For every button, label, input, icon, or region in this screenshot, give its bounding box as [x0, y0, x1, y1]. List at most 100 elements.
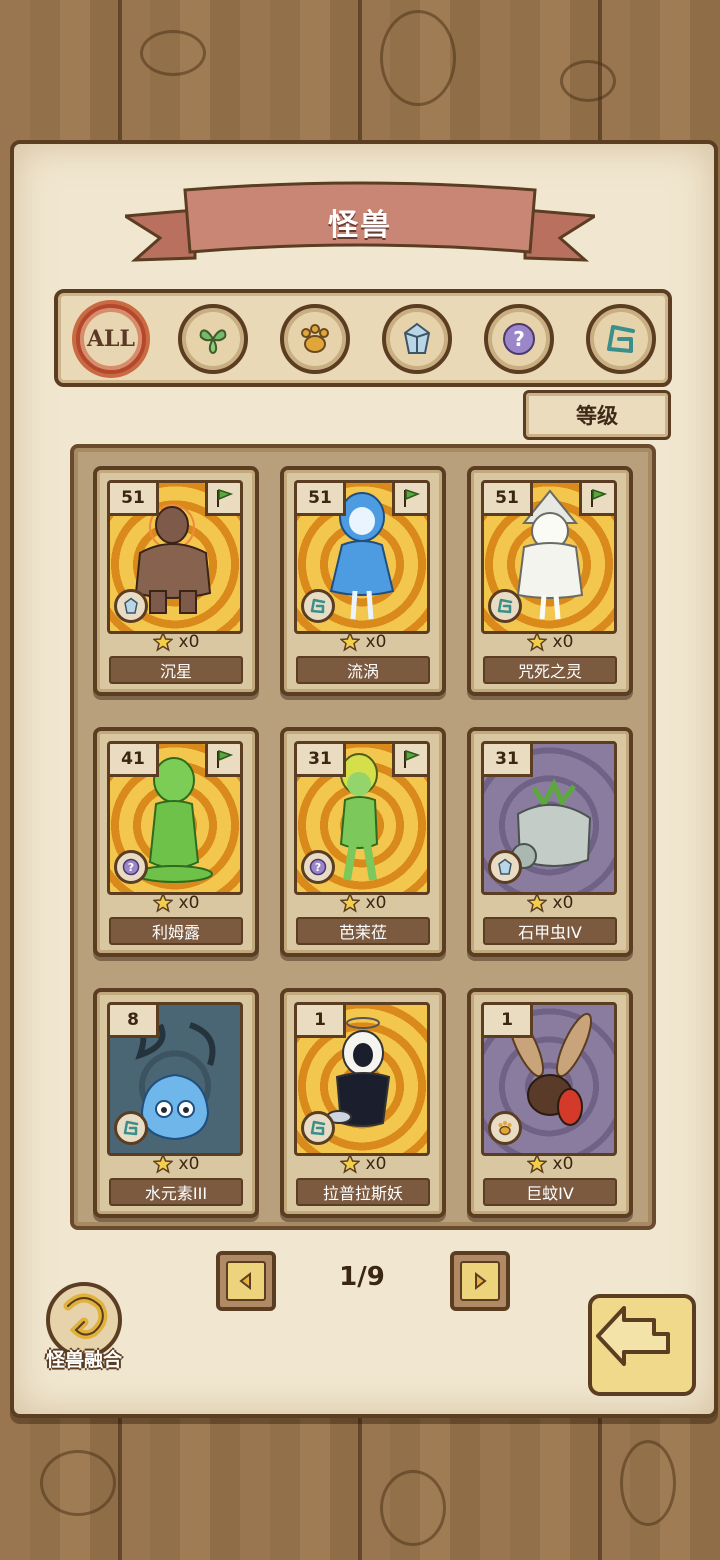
monster-card[interactable]: 1 x0 巨蚊IV — [467, 988, 633, 1218]
flag-icon — [205, 483, 240, 516]
sort-level-button[interactable]: 等级 — [523, 390, 671, 440]
arrow-left-icon — [239, 1271, 251, 1291]
question-icon: ? — [503, 323, 535, 355]
filter-all-button[interactable]: ALL — [76, 304, 146, 374]
level-badge: 31 — [297, 744, 346, 777]
monster-card[interactable]: 41? x0 利姆露 — [93, 727, 259, 957]
filter-crystal-button[interactable] — [382, 304, 452, 374]
star-icon — [526, 632, 547, 652]
svg-text:?: ? — [128, 861, 134, 874]
monster-name: 利姆露 — [109, 917, 243, 945]
monster-card[interactable]: 31? x0 芭茉莅 — [280, 727, 446, 957]
monster-name: 水元素III — [109, 1178, 243, 1206]
crystal-icon — [498, 858, 512, 875]
element-badge — [488, 850, 522, 884]
level-badge: 51 — [484, 483, 533, 516]
spiral-icon — [123, 1120, 139, 1136]
star-count-value: x0 — [178, 632, 200, 652]
monster-name: 沉星 — [109, 656, 243, 684]
element-badge — [114, 589, 148, 623]
back-button[interactable] — [584, 1292, 700, 1400]
flag-icon — [392, 483, 427, 516]
star-count-value: x0 — [552, 1154, 574, 1174]
sort-label: 等级 — [576, 404, 618, 428]
star-count-value: x0 — [178, 893, 200, 913]
element-badge — [488, 589, 522, 623]
star-count: x0 — [97, 893, 255, 913]
star-icon — [339, 893, 360, 913]
monster-name: 芭茉莅 — [296, 917, 430, 945]
monster-card[interactable]: 8 x0 水元素III — [93, 988, 259, 1218]
level-badge: 31 — [484, 744, 533, 777]
back-arrow-icon — [588, 1294, 696, 1396]
level-badge: 8 — [110, 1005, 159, 1038]
filter-bar: ALL ? — [54, 289, 672, 387]
question-icon: ? — [309, 858, 327, 876]
monster-portrait: 1 — [294, 1002, 430, 1156]
element-badge — [301, 1111, 335, 1145]
leaf-icon — [199, 329, 227, 355]
monster-card[interactable]: 51 x0 沉星 — [93, 466, 259, 696]
arrow-right-icon — [475, 1271, 487, 1291]
monster-portrait: 31? — [294, 741, 430, 895]
element-badge — [301, 589, 335, 623]
next-page-button[interactable] — [450, 1251, 510, 1311]
star-icon — [526, 1154, 547, 1174]
spiral-icon — [310, 1120, 326, 1136]
filter-spiral-button[interactable] — [586, 304, 656, 374]
monster-portrait: 8 — [107, 1002, 243, 1156]
star-count: x0 — [284, 1154, 442, 1174]
star-count-value: x0 — [365, 1154, 387, 1174]
title-ribbon: 怪兽 — [125, 180, 595, 275]
spiral-icon — [497, 598, 513, 614]
star-count-value: x0 — [552, 632, 574, 652]
page-indicator: 1/9 — [339, 1262, 385, 1292]
star-icon — [339, 632, 360, 652]
star-icon — [152, 1154, 173, 1174]
prev-page-button[interactable] — [216, 1251, 276, 1311]
fusion-label: 怪兽融合 — [45, 1349, 122, 1371]
level-badge: 1 — [297, 1005, 346, 1038]
element-badge: ? — [114, 850, 148, 884]
monster-portrait: 51 — [294, 480, 430, 634]
all-icon: ALL — [86, 326, 135, 352]
star-icon — [152, 632, 173, 652]
star-count-value: x0 — [552, 893, 574, 913]
crystal-icon — [124, 597, 138, 614]
monster-name: 巨蚊IV — [483, 1178, 617, 1206]
star-count: x0 — [97, 1154, 255, 1174]
svg-text:?: ? — [315, 861, 321, 874]
page-title: 怪兽 — [328, 208, 392, 243]
level-badge: 41 — [110, 744, 159, 777]
monster-card[interactable]: 51 x0 流涡 — [280, 466, 446, 696]
monster-card[interactable]: 31 x0 石甲虫IV — [467, 727, 633, 957]
monster-fusion-button[interactable]: 怪兽融合 — [38, 1280, 130, 1372]
star-count: x0 — [284, 893, 442, 913]
filter-plant-button[interactable] — [178, 304, 248, 374]
flag-icon — [392, 744, 427, 777]
flag-icon — [579, 483, 614, 516]
element-badge — [488, 1111, 522, 1145]
level-badge: 1 — [484, 1005, 533, 1038]
monster-portrait: 31 — [481, 741, 617, 895]
monster-card[interactable]: 1 x0 拉普拉斯妖 — [280, 988, 446, 1218]
element-badge: ? — [301, 850, 335, 884]
monster-portrait: 51 — [107, 480, 243, 634]
star-count: x0 — [284, 632, 442, 652]
level-badge: 51 — [297, 483, 346, 516]
star-count-value: x0 — [178, 1154, 200, 1174]
star-icon — [526, 893, 547, 913]
filter-beast-button[interactable] — [280, 304, 350, 374]
element-badge — [114, 1111, 148, 1145]
question-icon: ? — [122, 858, 140, 876]
monster-name: 流涡 — [296, 656, 430, 684]
filter-mystery-button[interactable]: ? — [484, 304, 554, 374]
star-count-value: x0 — [365, 893, 387, 913]
spiral-icon — [607, 325, 635, 353]
monster-portrait: 1 — [481, 1002, 617, 1156]
crystal-icon — [403, 322, 431, 354]
paw-icon — [301, 324, 329, 353]
monster-card[interactable]: 51 x0 咒死之灵 — [467, 466, 633, 696]
star-count: x0 — [471, 893, 629, 913]
monster-portrait: 41? — [107, 741, 243, 895]
